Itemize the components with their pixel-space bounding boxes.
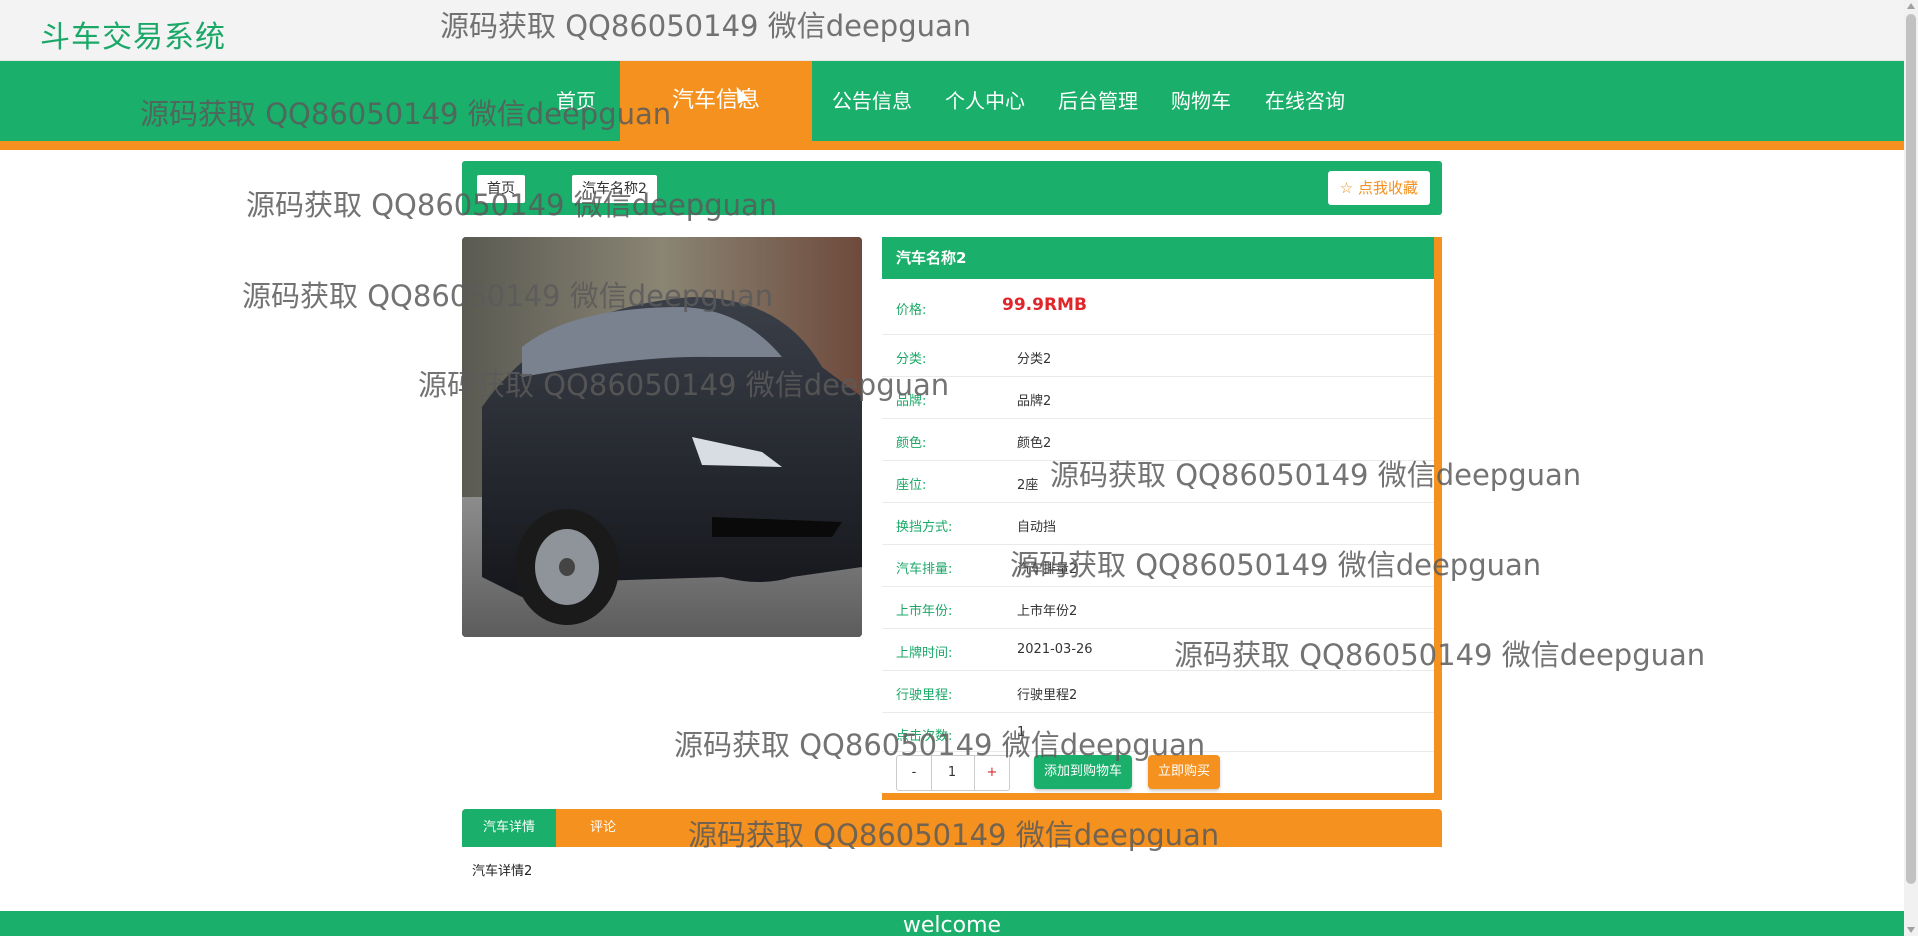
price-value: 99.9RMB — [1002, 295, 1087, 315]
field-row: 行驶里程: 行驶里程2 — [882, 671, 1434, 713]
field-row: 上牌时间: 2021-03-26 — [882, 629, 1434, 671]
quantity-stepper: - 1 + — [896, 755, 1010, 791]
field-value: 分类2 — [1017, 352, 1052, 367]
field-value: 汽车排量2 — [1017, 562, 1078, 577]
scroll-down-icon[interactable] — [1907, 927, 1915, 933]
field-label: 分类: — [896, 352, 927, 367]
quantity-input[interactable]: 1 — [932, 756, 972, 790]
footer: welcome — [0, 911, 1904, 936]
car-detail-text: 汽车详情2 — [472, 864, 533, 879]
nav-item-admin[interactable]: 后台管理 — [1058, 61, 1138, 141]
nav-item-home[interactable]: 首页 — [556, 61, 596, 141]
product-image — [462, 237, 862, 637]
field-label: 上市年份: — [896, 604, 953, 619]
field-row: 分类: 分类2 — [882, 335, 1434, 377]
nav-item-consult[interactable]: 在线咨询 — [1265, 61, 1345, 141]
field-row: 换挡方式: 自动挡 — [882, 503, 1434, 545]
field-label: 品牌: — [896, 394, 927, 409]
field-value: 2座 — [1017, 478, 1039, 493]
field-label: 汽车排量: — [896, 562, 953, 577]
field-value: 行驶里程2 — [1017, 688, 1078, 703]
field-value: 2021-03-26 — [1017, 642, 1093, 657]
product-name: 汽车名称2 — [882, 237, 1434, 279]
field-label: 座位: — [896, 478, 927, 493]
breadcrumb-home[interactable]: 首页 — [477, 175, 525, 203]
scroll-thumb[interactable] — [1906, 14, 1916, 884]
detail-tabs: 汽车详情 评论 — [462, 809, 1442, 847]
car-photo-icon — [462, 237, 862, 637]
quantity-decrease-button[interactable]: - — [897, 756, 932, 790]
quantity-increase-button[interactable]: + — [974, 756, 1009, 790]
scroll-up-icon[interactable] — [1907, 3, 1915, 9]
field-row: 上市年份: 上市年份2 — [882, 587, 1434, 629]
field-value: 品牌2 — [1017, 394, 1052, 409]
main-nav: 首页 汽车信息 公告信息 个人中心 后台管理 购物车 在线咨询 — [0, 61, 1904, 150]
field-label: 换挡方式: — [896, 520, 953, 535]
field-row: 颜色: 颜色2 — [882, 419, 1434, 461]
tab-car-details[interactable]: 汽车详情 — [462, 809, 556, 847]
field-label: 行驶里程: — [896, 688, 953, 703]
field-value: 1 — [1017, 725, 1026, 740]
favorite-button[interactable]: ☆ 点我收藏 — [1327, 171, 1430, 205]
nav-item-personal-center[interactable]: 个人中心 — [945, 61, 1025, 141]
field-row: 品牌: 品牌2 — [882, 377, 1434, 419]
field-label: 颜色: — [896, 436, 927, 451]
breadcrumb: 首页 汽车名称2 ☆ 点我收藏 — [462, 161, 1442, 215]
field-label: 点击次数: — [896, 729, 953, 744]
nav-item-cart[interactable]: 购物车 — [1171, 61, 1231, 141]
price-row: 价格: 99.9RMB — [882, 279, 1434, 335]
field-label: 上牌时间: — [896, 646, 953, 661]
field-row: 点击次数: 1 — [882, 713, 1434, 752]
breadcrumb-current[interactable]: 汽车名称2 — [572, 175, 657, 203]
field-row: 座位: 2座 — [882, 461, 1434, 503]
nav-item-car-info[interactable]: 汽车信息 — [620, 61, 812, 141]
buy-now-button[interactable]: 立即购买 — [1148, 755, 1221, 789]
site-title[interactable]: 斗车交易系统 — [40, 12, 226, 56]
page-scrollbar[interactable] — [1904, 0, 1918, 936]
product-info-panel: 汽车名称2 价格: 99.9RMB 分类: 分类2 品牌: 品牌2 颜色: 颜色… — [882, 237, 1442, 800]
price-label: 价格: — [896, 303, 927, 318]
field-value: 颜色2 — [1017, 436, 1052, 451]
field-row: 汽车排量: 汽车排量2 — [882, 545, 1434, 587]
tab-comments[interactable]: 评论 — [556, 809, 650, 847]
field-value: 自动挡 — [1017, 520, 1057, 535]
nav-item-announcements[interactable]: 公告信息 — [832, 61, 912, 141]
add-to-cart-button[interactable]: 添加到购物车 — [1034, 755, 1133, 789]
field-value: 上市年份2 — [1017, 604, 1078, 619]
top-header: 斗车交易系统 — [0, 0, 1904, 61]
